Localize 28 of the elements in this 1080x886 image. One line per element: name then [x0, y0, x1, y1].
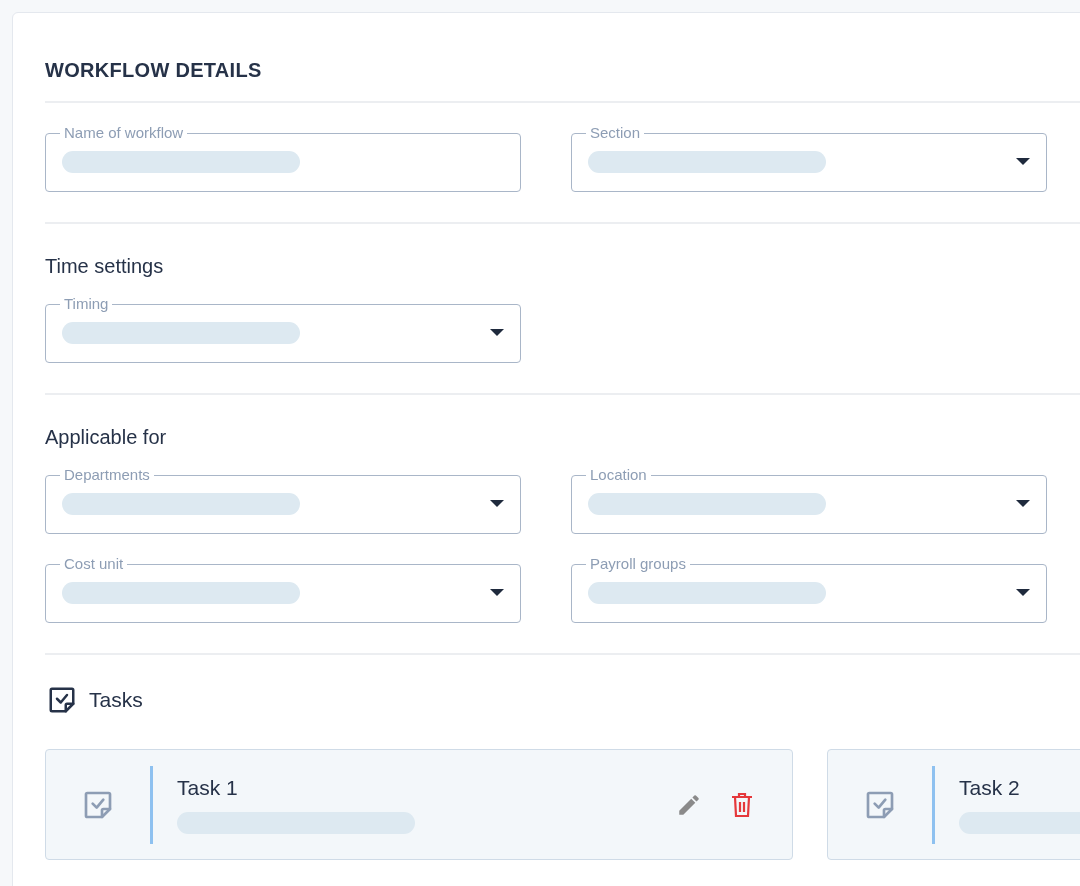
note-check-icon — [47, 685, 77, 715]
task-title: Task 1 — [177, 775, 239, 800]
caret-icon — [490, 500, 504, 508]
task-title: Task 2 — [959, 775, 1021, 800]
delete-button[interactable] — [730, 791, 754, 818]
select-field[interactable]: Location — [571, 466, 1047, 534]
field-label: Name of workflow — [63, 124, 185, 142]
caret-icon — [1016, 589, 1030, 597]
caret-icon — [490, 329, 504, 337]
section-heading: Time settings — [45, 254, 165, 278]
select-field[interactable]: Timing — [45, 295, 521, 363]
caret-icon — [1016, 158, 1030, 166]
field-label: Timing — [63, 295, 110, 313]
field-label: Location — [589, 466, 648, 484]
field-label: Section — [589, 124, 642, 142]
caret-icon — [490, 589, 504, 597]
section-heading: Applicable for — [45, 425, 168, 449]
field-label: Departments — [63, 466, 151, 484]
field-label: Cost unit — [63, 555, 125, 573]
section-heading: Tasks — [89, 688, 143, 712]
input-field[interactable]: Name of workflow — [45, 124, 521, 192]
trash-icon — [730, 791, 754, 818]
select-field[interactable]: Payroll groups — [571, 555, 1047, 623]
caret-icon — [1016, 500, 1030, 508]
page-title: WORKFLOW DETAILS — [45, 58, 263, 83]
field-label: Payroll groups — [589, 555, 687, 573]
select-field[interactable]: Section — [571, 124, 1047, 192]
select-field[interactable]: Cost unit — [45, 555, 521, 623]
